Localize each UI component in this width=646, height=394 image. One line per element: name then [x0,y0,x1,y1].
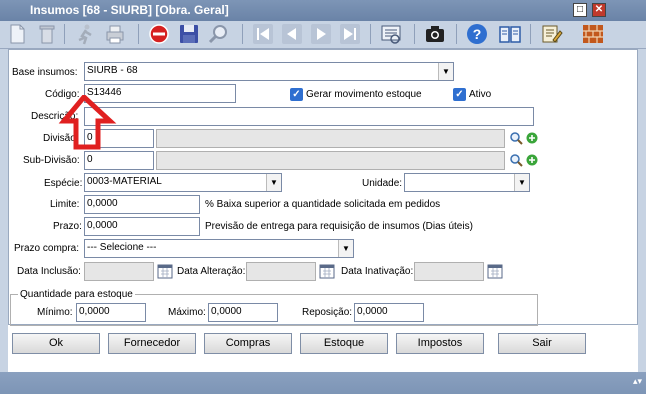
limite-label: Limite: [50,199,80,210]
prazo-compra-select[interactable]: --- Selecione --- ▼ [84,239,354,258]
window-border-left [0,49,8,380]
prazo-input[interactable]: 0,0000 [84,217,200,236]
gerar-movimento-checkbox[interactable]: ✓ [290,88,303,101]
base-insumos-select[interactable]: SIURB - 68 ▼ [84,62,454,81]
compras-button[interactable]: Compras [204,333,292,354]
prazo-hint: Previsão de entrega para requisição de i… [205,221,473,232]
calendar-icon[interactable] [487,263,503,279]
prazo-compra-label: Prazo compra: [14,243,80,254]
sub-divisao-description [156,151,505,170]
svg-text:?: ? [473,26,482,42]
calendar-icon[interactable] [157,263,173,279]
add-icon[interactable] [526,132,538,144]
data-inclusao-label: Data Inclusão: [17,266,81,277]
maximo-label: Máximo: [168,307,206,318]
chevron-down-icon[interactable]: ▼ [266,174,281,191]
new-document-icon[interactable] [4,22,30,46]
add-icon[interactable] [526,154,538,166]
first-icon[interactable] [250,22,276,46]
limite-input[interactable]: 0,0000 [84,195,200,214]
especie-select[interactable]: 0003-MATERIAL ▼ [84,173,282,192]
close-button[interactable]: ✕ [592,3,606,17]
base-insumos-label: Base insumos: [12,67,78,78]
cancel-icon[interactable] [146,22,172,46]
last-icon[interactable] [337,22,363,46]
especie-value: 0003-MATERIAL [87,176,162,187]
impostos-button[interactable]: Impostos [396,333,484,354]
quantidade-legend: Quantidade para estoque [18,289,135,300]
sair-button[interactable]: Sair [498,333,586,354]
save-icon[interactable] [176,22,202,46]
annotation-arrow [58,93,118,151]
magnifier-icon[interactable] [509,153,523,167]
reposicao-input[interactable]: 0,0000 [354,303,424,322]
unidade-select[interactable]: ▼ [404,173,530,192]
gerar-movimento-label: Gerar movimento estoque [306,89,422,100]
window-title: Insumos [68 - SIURB] [Obra. Geral] [30,3,229,17]
edit-list-icon[interactable] [538,22,564,46]
report-icon[interactable] [378,22,404,46]
print-icon[interactable] [102,22,128,46]
maximize-button[interactable]: □ [573,3,587,17]
limite-hint: % Baixa superior a quantidade solicitada… [205,199,441,210]
data-alteracao-input[interactable] [246,262,316,281]
delete-icon[interactable] [34,22,60,46]
calendar-icon[interactable] [319,263,335,279]
window-border-right [638,49,646,380]
sub-divisao-label: Sub-Divisão: [23,155,80,166]
camera-icon[interactable] [422,22,448,46]
prazo-compra-value: --- Selecione --- [87,242,157,253]
base-insumos-value: SIURB - 68 [87,65,138,76]
minimo-label: Mínimo: [37,307,73,318]
data-inativacao-label: Data Inativação: [341,266,414,277]
sub-divisao-input[interactable]: 0 [84,151,154,170]
minimo-input[interactable]: 0,0000 [76,303,146,322]
especie-label: Espécie: [44,178,83,189]
ativo-label: Ativo [469,89,492,100]
unidade-label: Unidade: [362,178,403,189]
data-inativacao-input[interactable] [414,262,484,281]
help-icon[interactable]: ? [464,22,490,46]
ativo-checkbox[interactable]: ✓ [453,88,466,101]
estoque-button[interactable]: Estoque [300,333,388,354]
data-inclusao-input[interactable] [84,262,154,281]
chevron-down-icon[interactable]: ▼ [514,174,529,191]
prazo-label: Prazo: [53,221,82,232]
previous-icon[interactable] [279,22,305,46]
chevron-down-icon[interactable]: ▼ [438,63,453,80]
resize-grip-icon[interactable]: ▴▾ [633,376,642,386]
title-bar: Insumos [68 - SIURB] [Obra. Geral] □ ✕ [0,0,646,21]
toolbar: ? [0,21,646,49]
run-icon[interactable] [72,22,98,46]
divisao-description [156,129,505,148]
data-alteracao-label: Data Alteração: [177,266,246,277]
maximo-input[interactable]: 0,0000 [208,303,278,322]
chevron-down-icon[interactable]: ▼ [338,240,353,257]
wall-icon[interactable] [580,22,606,46]
fornecedor-button[interactable]: Fornecedor [108,333,196,354]
book-icon[interactable] [497,22,523,46]
ok-button[interactable]: Ok [12,333,100,354]
next-icon[interactable] [308,22,334,46]
reposicao-label: Reposição: [302,307,353,318]
magnifier-icon[interactable] [509,131,523,145]
search-icon[interactable] [206,22,232,46]
status-bar: ▴▾ [0,372,646,394]
descricao-input[interactable] [84,107,534,126]
